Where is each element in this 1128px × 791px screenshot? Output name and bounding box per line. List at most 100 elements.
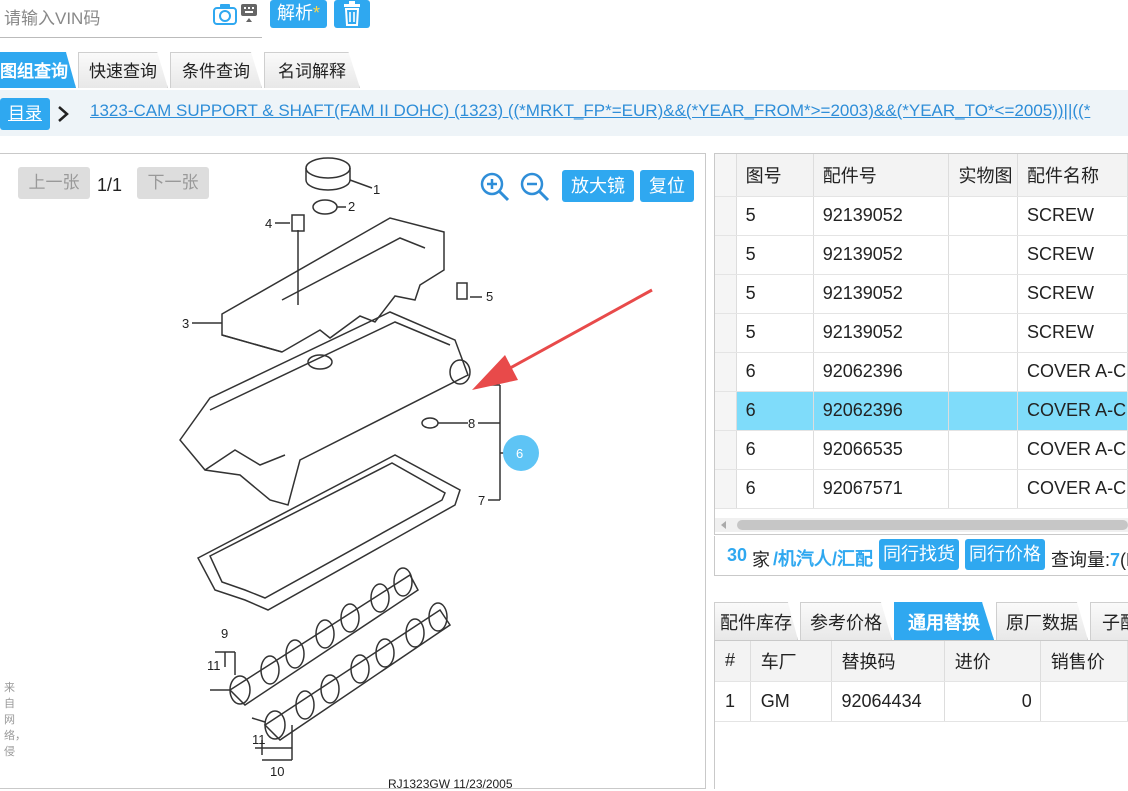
row-header-cell — [715, 469, 737, 509]
col-header-no[interactable]: 图号 — [736, 154, 814, 197]
camera-icon[interactable] — [212, 2, 238, 26]
replacement-index: 1 — [715, 681, 751, 722]
find-goods-button[interactable]: 同行找货 — [879, 539, 959, 570]
parts-scrollbar[interactable] — [715, 518, 1128, 532]
supplier-source: /机汽人/汇配 — [773, 549, 874, 569]
scroll-thumb[interactable] — [737, 520, 1128, 530]
tab-universal-replacement[interactable]: 通用替换 — [894, 602, 994, 640]
table-row[interactable]: 6 92062396 COVER A-C — [715, 352, 1128, 392]
watermark-text: 来自网络，侵 — [4, 682, 26, 758]
part-number: 92066535 — [813, 430, 950, 470]
part-name: COVER A-C — [1017, 469, 1128, 509]
parse-button[interactable]: 解析* — [270, 0, 327, 28]
exploded-parts-diagram[interactable]: 1 2 3 4 5 8 7 6 9 11 11 10 — [150, 150, 710, 790]
table-row[interactable]: 6 92062396 COVER A-C — [715, 391, 1128, 431]
table-row[interactable]: 5 92139052 SCREW — [715, 274, 1128, 314]
part-number: 92062396 — [813, 391, 950, 431]
col-header-part[interactable]: 配件号 — [813, 154, 950, 197]
part-figure-no: 6 — [736, 352, 814, 392]
catalog-button[interactable]: 目录 — [0, 98, 50, 130]
part-name: SCREW — [1017, 313, 1128, 353]
page-indicator: 1/1 — [97, 175, 123, 195]
row-header-cell — [715, 196, 737, 236]
tab-reference-price[interactable]: 参考价格 — [800, 602, 892, 640]
part-image — [948, 391, 1019, 431]
col-header-price[interactable]: 销售价 — [1040, 641, 1128, 682]
callout-1: 1 — [373, 182, 380, 197]
tab-glossary[interactable]: 名词解释 — [264, 52, 360, 88]
tab-group-query[interactable]: 图组查询 — [0, 52, 76, 88]
parts-table: 图号 配件号 实物图 配件名称 5 92139052 SCREW 5 92139052 S… — [714, 153, 1128, 535]
part-name: COVER A-C — [1017, 430, 1128, 470]
replacement-cost: 0 — [944, 681, 1041, 722]
peer-price-button[interactable]: 同行价格 — [965, 539, 1045, 570]
callout-4: 4 — [265, 216, 272, 231]
delete-button[interactable] — [334, 0, 370, 28]
callout-2: 2 — [348, 199, 355, 214]
trash-icon — [344, 1, 360, 26]
callout-7: 7 — [478, 493, 485, 508]
col-header-cost[interactable]: 进价 — [944, 641, 1041, 682]
replacement-table: # 车厂 替换码 进价 销售价 1 GM 92064434 0 — [714, 640, 1128, 789]
callout-5: 5 — [486, 289, 493, 304]
part-image — [948, 469, 1019, 509]
tab-condition-query[interactable]: 条件查询 — [170, 52, 262, 88]
part-image — [948, 196, 1019, 236]
scroll-left-icon[interactable] — [717, 518, 731, 532]
col-header-index[interactable]: # — [715, 641, 751, 682]
supplier-count-unit: 家 — [752, 550, 770, 570]
query-tail: (E — [1120, 550, 1128, 570]
part-number: 92067571 — [813, 469, 950, 509]
part-figure-no: 6 — [736, 391, 814, 431]
row-header-cell — [715, 391, 737, 431]
col-header-code[interactable]: 替换码 — [831, 641, 945, 682]
callout-11a: 11 — [207, 658, 221, 673]
part-number: 92139052 — [813, 313, 950, 353]
row-header-cell — [715, 274, 737, 314]
table-row[interactable]: 1 GM 92064434 0 — [715, 681, 1128, 722]
part-number: 92139052 — [813, 196, 950, 236]
row-header-cell — [715, 313, 737, 353]
callout-3: 3 — [182, 316, 189, 331]
tab-oem-data[interactable]: 原厂数据 — [996, 602, 1088, 640]
part-image — [948, 313, 1019, 353]
callout-6: 6 — [516, 446, 523, 461]
replacement-price — [1040, 681, 1128, 722]
tab-quick-query[interactable]: 快速查询 — [78, 52, 168, 88]
tab-sub-parts[interactable]: 子配 — [1090, 602, 1128, 640]
part-name: COVER A-C — [1017, 391, 1128, 431]
part-image — [948, 352, 1019, 392]
tab-parts-stock[interactable]: 配件库存 — [714, 602, 798, 640]
keyboard-icon[interactable] — [240, 3, 258, 23]
row-header-cell — [715, 352, 737, 392]
part-number: 92062396 — [813, 352, 950, 392]
callout-10: 10 — [270, 764, 284, 779]
table-row[interactable]: 5 92139052 SCREW — [715, 235, 1128, 275]
callout-11b: 11 — [252, 732, 266, 747]
part-figure-no: 5 — [736, 274, 814, 314]
parts-header-row: 图号 配件号 实物图 配件名称 — [715, 154, 1128, 197]
prev-page-button[interactable]: 上一张 — [18, 167, 90, 199]
replacement-header-row: # 车厂 替换码 进价 销售价 — [715, 641, 1128, 682]
part-name: COVER A-C — [1017, 352, 1128, 392]
row-header-cell — [715, 430, 737, 470]
breadcrumb-path-link[interactable]: 1323-CAM SUPPORT & SHAFT(FAM II DOHC) (1… — [90, 101, 1090, 121]
part-figure-no: 6 — [736, 469, 814, 509]
part-image — [948, 430, 1019, 470]
part-figure-no: 5 — [736, 235, 814, 275]
part-name: SCREW — [1017, 196, 1128, 236]
table-row[interactable]: 5 92139052 SCREW — [715, 313, 1128, 353]
row-header-corner — [715, 154, 737, 197]
replacement-maker: GM — [750, 681, 832, 722]
table-row[interactable]: 6 92066535 COVER A-C — [715, 430, 1128, 470]
col-header-name[interactable]: 配件名称 — [1017, 154, 1128, 197]
query-value: 7 — [1110, 550, 1121, 570]
col-header-maker[interactable]: 车厂 — [750, 641, 832, 682]
col-header-image[interactable]: 实物图 — [948, 154, 1019, 197]
chevron-right-icon — [56, 104, 70, 129]
part-number: 92139052 — [813, 274, 950, 314]
part-name: SCREW — [1017, 235, 1128, 275]
part-image — [948, 235, 1019, 275]
table-row[interactable]: 5 92139052 SCREW — [715, 196, 1128, 236]
table-row[interactable]: 6 92067571 COVER A-C — [715, 469, 1128, 509]
